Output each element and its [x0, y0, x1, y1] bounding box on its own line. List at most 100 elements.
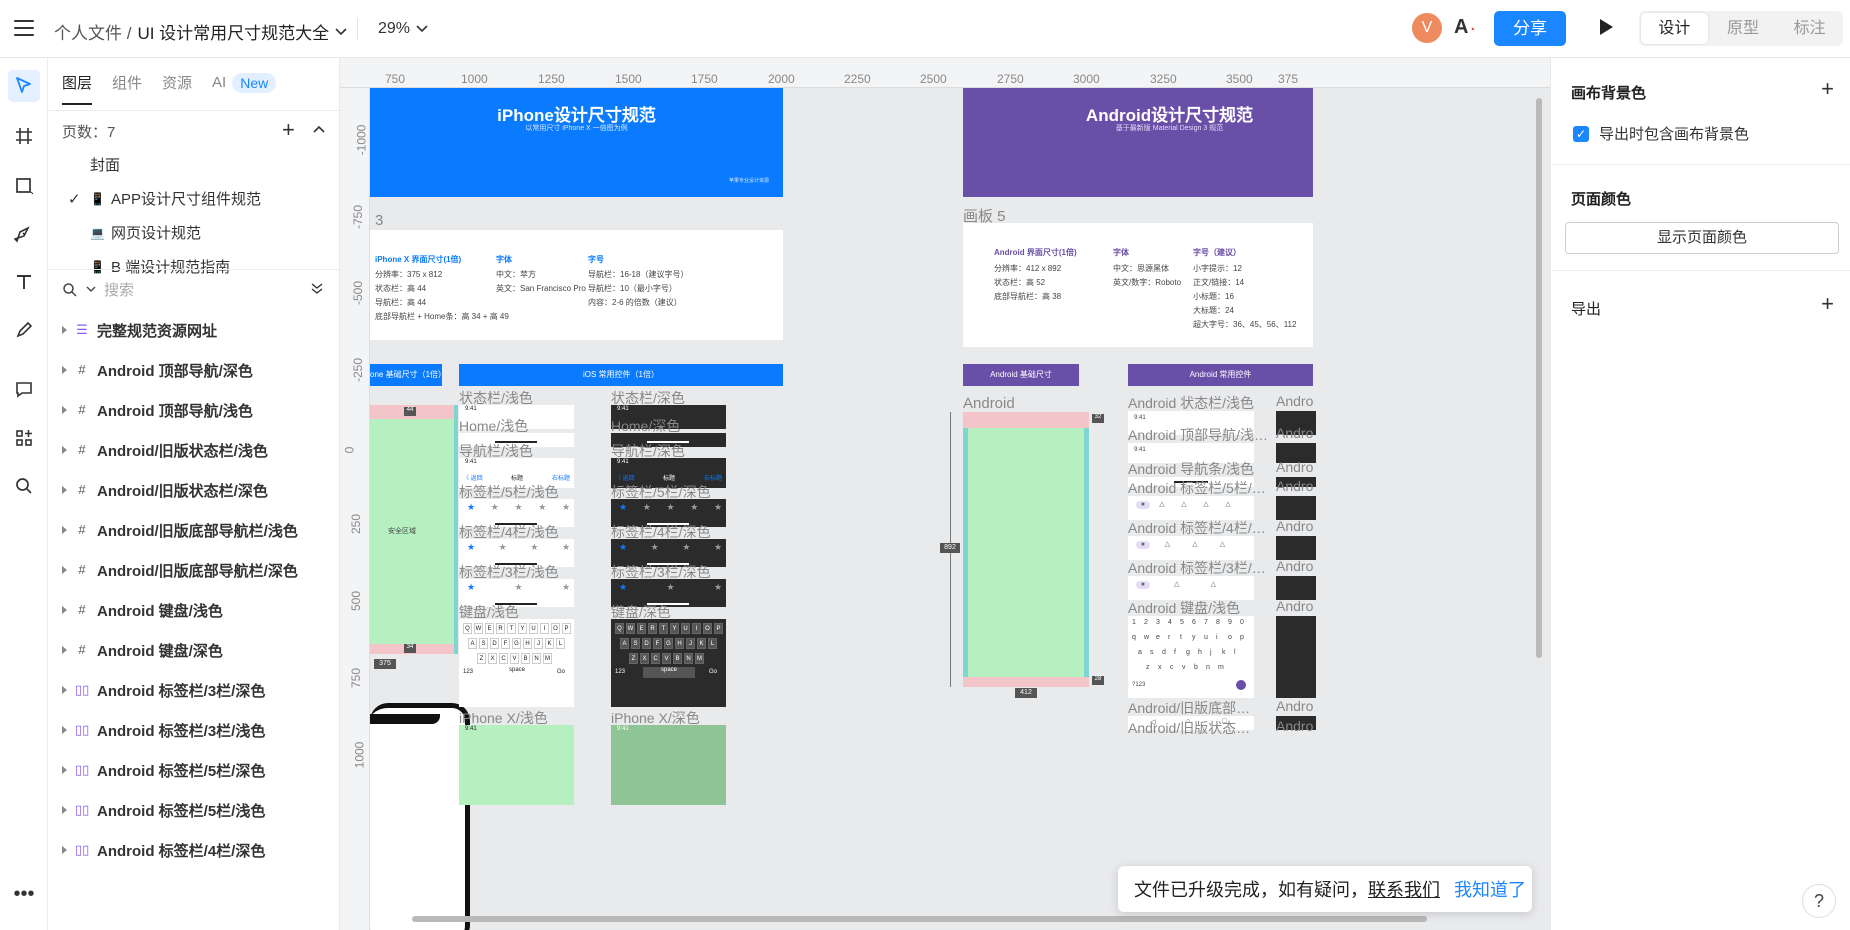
section-header[interactable]: Android 常用控件	[1128, 364, 1313, 386]
breadcrumb-parent[interactable]: 个人文件 /	[54, 19, 131, 44]
control-caption[interactable]: Android 键盘/浅色	[1128, 598, 1240, 618]
move-tool-icon[interactable]	[8, 70, 40, 102]
ios-spec-card[interactable]: iPhone X 界面尺寸(1倍) 分辨率：375 x 812 状态栏：高 44…	[370, 230, 783, 340]
expand-arrow-icon[interactable]	[62, 326, 67, 334]
page-item[interactable]: 📱 B 端设计规范指南	[68, 256, 230, 277]
chevron-down-icon[interactable]	[335, 27, 347, 36]
control-caption[interactable]: Andro	[1276, 393, 1313, 409]
android-base-frame[interactable]	[963, 412, 1089, 687]
text-tool-icon[interactable]	[8, 266, 40, 298]
vertical-scrollbar[interactable]	[1536, 98, 1542, 658]
collapse-icon[interactable]	[313, 120, 325, 136]
layer-item[interactable]: ▯▯ Android 标签栏/5栏/深色	[62, 750, 332, 790]
control-caption[interactable]: Andro	[1276, 558, 1313, 574]
layer-item[interactable]: ▯▯ Android 标签栏/4栏/深色	[62, 830, 332, 870]
ai-icon[interactable]: A◔	[1454, 16, 1475, 39]
control-caption[interactable]: Andro	[1276, 698, 1313, 714]
android-dark-component[interactable]	[1276, 616, 1316, 698]
control-caption[interactable]: Andro	[1276, 598, 1313, 614]
control-caption[interactable]: Android 状态栏/浅色	[1128, 393, 1254, 413]
dark-phone-component[interactable]: 9:41	[611, 725, 726, 805]
file-name[interactable]: UI 设计常用尺寸规范大全	[137, 19, 329, 44]
avatar[interactable]: V	[1412, 13, 1442, 43]
layer-item[interactable]: # Android/旧版底部导航栏/浅色	[62, 510, 332, 550]
android-banner[interactable]: Android设计尺寸规范 基于最新版 Material Design 3 规范	[963, 75, 1313, 197]
horizontal-scrollbar[interactable]	[412, 916, 1427, 922]
layer-item[interactable]: # Android/旧版底部导航栏/深色	[62, 550, 332, 590]
android-component[interactable]: ● △ △ △ △	[1128, 496, 1254, 520]
control-caption[interactable]: Android 顶部导航/浅…	[1128, 425, 1268, 445]
layer-item[interactable]: # Android/旧版状态栏/浅色	[62, 430, 332, 470]
tab-design[interactable]: 设计	[1641, 13, 1708, 44]
android-dark-component[interactable]	[1276, 496, 1316, 520]
ios-base-frame[interactable]: 安全区域	[370, 405, 458, 654]
control-caption[interactable]: Android 标签栏/3栏/…	[1128, 558, 1266, 578]
got-it-button[interactable]: 我知道了	[1454, 876, 1526, 902]
control-caption[interactable]: Andro	[1276, 478, 1313, 494]
tab-assets[interactable]: 资源	[162, 72, 192, 93]
layer-item[interactable]: # Android 键盘/深色	[62, 630, 332, 670]
android-dark-component[interactable]	[1276, 536, 1316, 560]
add-canvas-bg-icon[interactable]: +	[1821, 78, 1834, 100]
control-caption[interactable]: Andro	[1276, 518, 1313, 534]
layer-search[interactable]: 搜索	[62, 279, 134, 300]
tab-layers[interactable]: 图层	[62, 72, 93, 105]
more-icon[interactable]: •••	[8, 878, 40, 910]
section-header[interactable]: one 基础尺寸（1倍）	[370, 364, 442, 386]
play-icon[interactable]	[1600, 19, 1613, 35]
page-item-active[interactable]: ✓ 📱 APP设计尺寸组件规范	[68, 188, 261, 209]
tab-components[interactable]: 组件	[112, 72, 142, 93]
tab-prototype[interactable]: 原型	[1710, 11, 1777, 46]
android-dark-component[interactable]	[1276, 576, 1316, 600]
layer-item[interactable]: # Android/旧版状态栏/深色	[62, 470, 332, 510]
tab-ai[interactable]: AI	[212, 74, 226, 91]
control-caption[interactable]: Andro	[1276, 718, 1313, 734]
search-input[interactable]: 搜索	[104, 279, 134, 300]
section-header[interactable]: Android 基础尺寸	[963, 364, 1079, 386]
dark-kb-component[interactable]: Q W E R T Y U I O P A S D F G H J K L Z X C V B N M 123 space Go	[611, 619, 726, 707]
control-caption[interactable]: Android 标签栏/4栏/…	[1128, 518, 1266, 538]
rectangle-tool-icon[interactable]	[8, 170, 40, 202]
android-component[interactable]: 1 2 3 4 5 6 7 8 9 0 q w e r t y u i o p a s d f g h j k l z x c v b n m ?123	[1128, 616, 1254, 698]
expand-arrow-icon[interactable]	[62, 766, 67, 774]
expand-arrow-icon[interactable]	[62, 446, 67, 454]
ios-banner[interactable]: iPhone设计尺寸规范 以常用尺寸 iPhone X 一倍图为例 苹果专业设计…	[370, 75, 783, 197]
expand-arrow-icon[interactable]	[62, 566, 67, 574]
tab-annotate[interactable]: 标注	[1776, 11, 1843, 46]
add-page-icon[interactable]: +	[282, 117, 295, 143]
android-spec-card[interactable]: Android 界面尺寸(1倍) 分辨率：412 x 892 状态栏：高 52 …	[963, 223, 1313, 347]
collapse-all-icon[interactable]	[311, 281, 323, 297]
expand-arrow-icon[interactable]	[62, 646, 67, 654]
pencil-tool-icon[interactable]	[8, 314, 40, 346]
expand-arrow-icon[interactable]	[62, 526, 67, 534]
zoom-dropdown[interactable]: 29%	[378, 20, 428, 38]
expand-arrow-icon[interactable]	[62, 486, 67, 494]
show-page-color-button[interactable]: 显示页面颜色	[1565, 222, 1839, 254]
layer-item[interactable]: ☰ 完整规范资源网址	[62, 310, 332, 350]
layer-item[interactable]: ▯▯ Android 标签栏/3栏/浅色	[62, 710, 332, 750]
expand-arrow-icon[interactable]	[62, 806, 67, 814]
iphone-device-frame[interactable]	[370, 703, 470, 930]
control-caption[interactable]: Android/旧版底部…	[1128, 698, 1250, 718]
help-icon[interactable]: ?	[1802, 884, 1836, 918]
control-caption[interactable]: Andro	[1276, 459, 1313, 475]
expand-arrow-icon[interactable]	[62, 846, 67, 854]
android-component[interactable]: ● △ △	[1128, 576, 1254, 600]
share-button[interactable]: 分享	[1494, 11, 1566, 46]
contact-us-link[interactable]: 联系我们	[1368, 876, 1440, 902]
layer-item[interactable]: # Android 顶部导航/深色	[62, 350, 332, 390]
layer-item[interactable]: # Android 键盘/浅色	[62, 590, 332, 630]
pen-tool-icon[interactable]	[8, 218, 40, 250]
light-kb-component[interactable]: Q W E R T Y U I O P A S D F G H J K L Z X C V B N M 123 space Go	[459, 619, 574, 707]
expand-arrow-icon[interactable]	[62, 606, 67, 614]
menu-icon[interactable]	[14, 20, 34, 36]
frame-tool-icon[interactable]	[8, 120, 40, 152]
light-phone-component[interactable]: 9:41	[459, 725, 574, 805]
page-item[interactable]: 💻 网页设计规范	[68, 222, 201, 243]
section-header[interactable]: iOS 常用控件（1倍）	[459, 364, 783, 386]
android-component[interactable]: ● △ △ △	[1128, 536, 1254, 560]
expand-arrow-icon[interactable]	[62, 686, 67, 694]
canvas[interactable]: iPhone设计尺寸规范 以常用尺寸 iPhone X 一倍图为例 苹果专业设计…	[340, 58, 1550, 930]
layer-item[interactable]: ▯▯ Android 标签栏/5栏/浅色	[62, 790, 332, 830]
search-icon[interactable]	[8, 470, 40, 502]
